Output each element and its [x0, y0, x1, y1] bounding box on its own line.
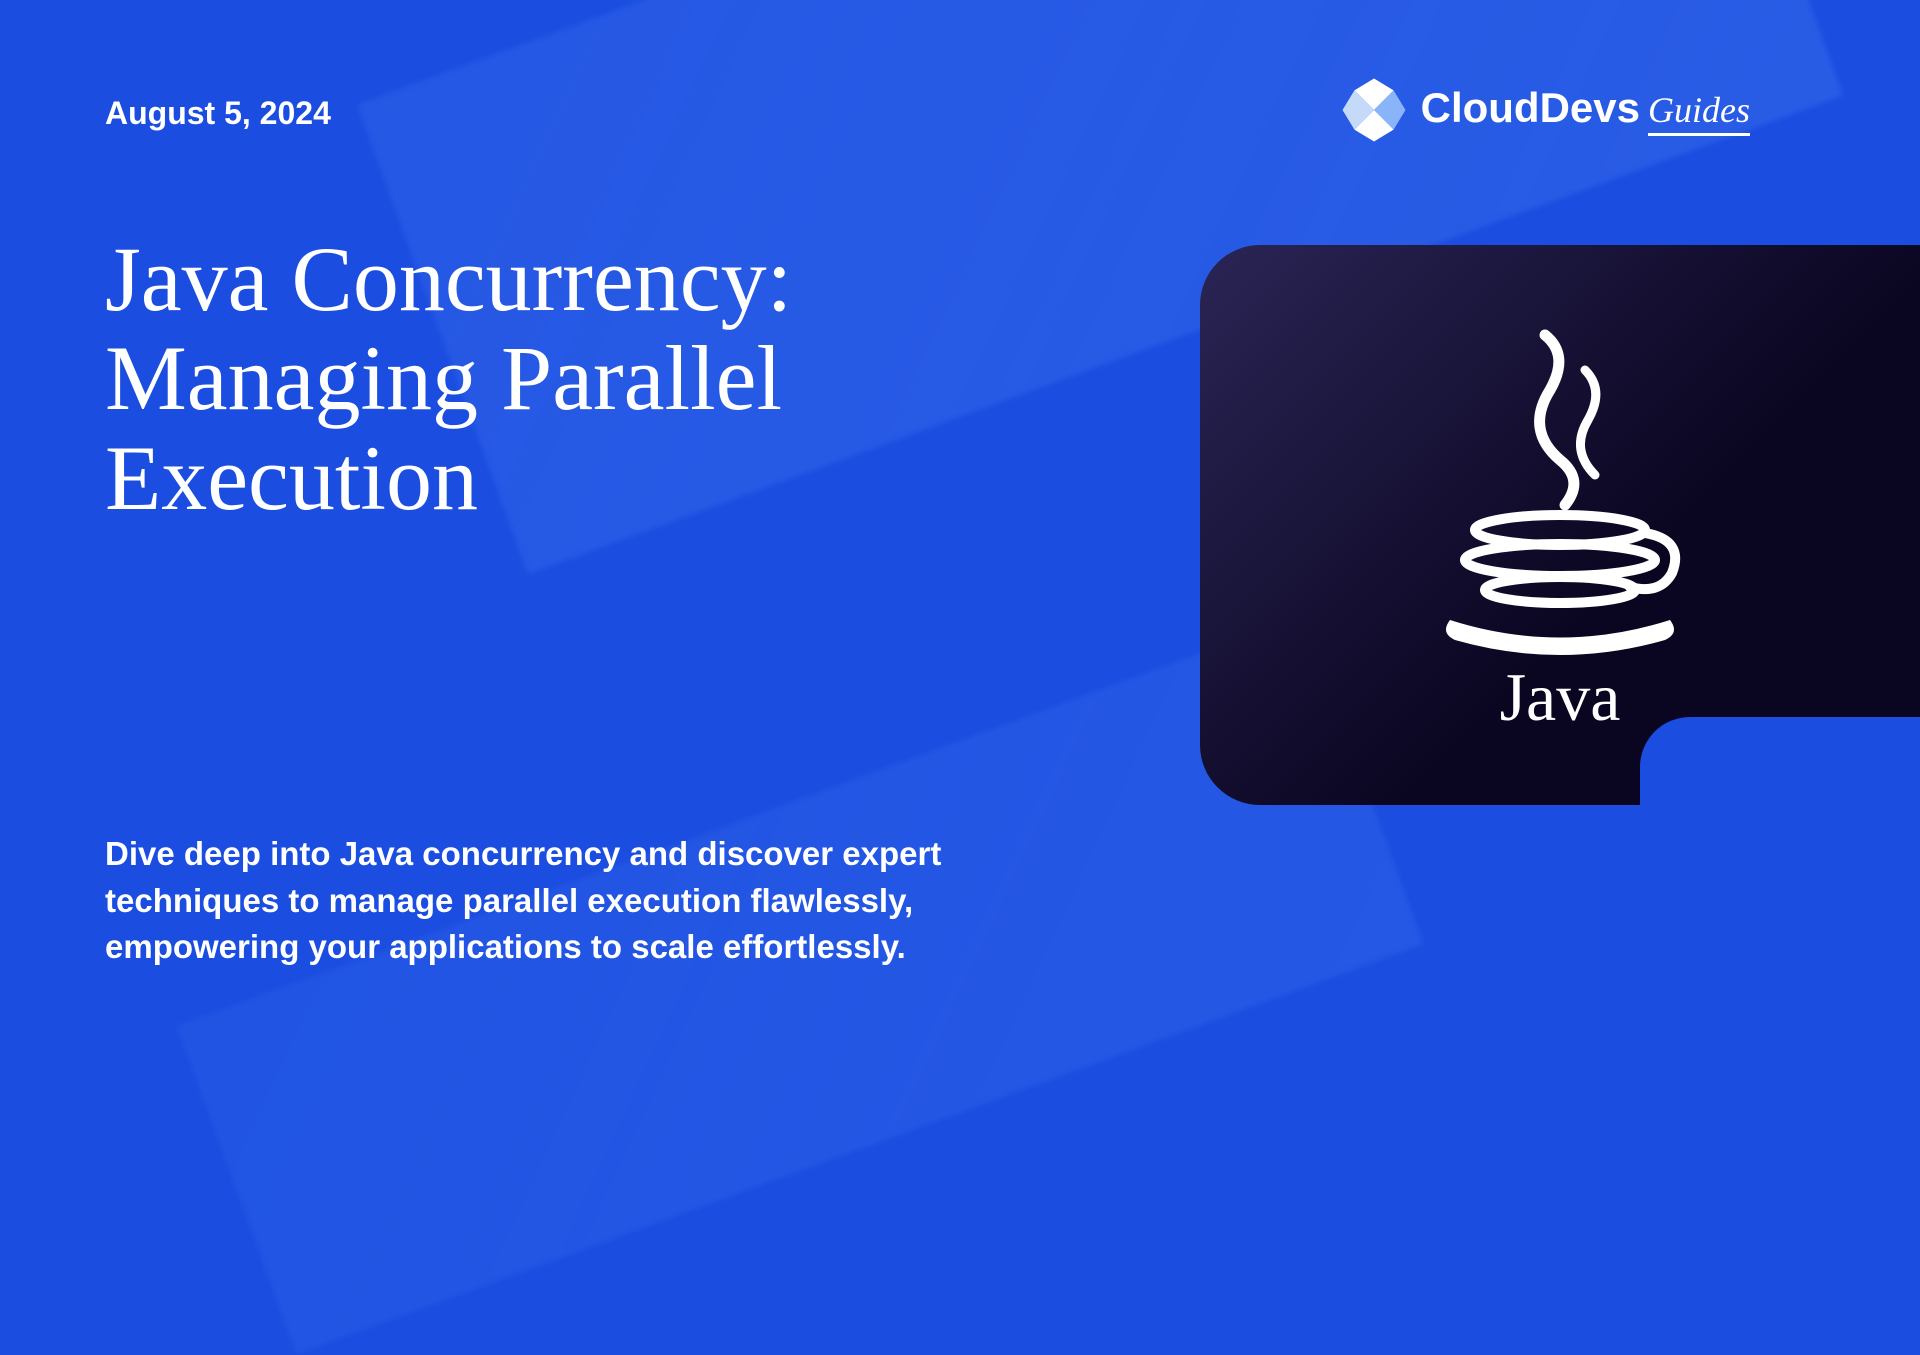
publish-date: August 5, 2024 [105, 95, 331, 132]
java-logo-icon: Java [1400, 315, 1720, 735]
card-corner-cutout [1640, 717, 1920, 807]
brand-suffix: Guides [1648, 89, 1750, 136]
java-logo-card: Java [1200, 245, 1920, 805]
brand-name: CloudDevs [1421, 84, 1640, 132]
article-description: Dive deep into Java concurrency and disc… [105, 831, 995, 970]
svg-text:Java: Java [1500, 659, 1621, 735]
clouddevs-logo-icon [1339, 75, 1409, 145]
brand-logo: CloudDevs Guides [1339, 75, 1750, 145]
article-title: Java Concurrency: Managing Parallel Exec… [105, 230, 1005, 528]
